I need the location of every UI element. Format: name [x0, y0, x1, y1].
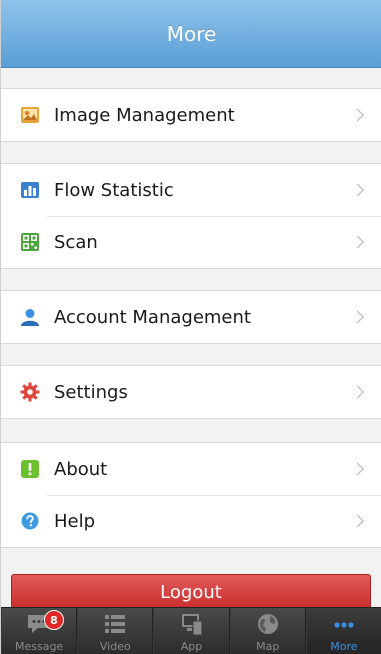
header-bar: More [1, 0, 381, 68]
chevron-right-icon [351, 183, 364, 197]
user-icon [20, 307, 40, 327]
menu-item-account-management[interactable]: Account Management [1, 291, 381, 343]
menu-item-label: Flow Statistic [54, 179, 174, 201]
tab-label: Message [14, 640, 64, 653]
chevron-right-icon [351, 310, 364, 324]
menu-item-about[interactable]: About [1, 443, 381, 495]
message-badge: 8 [44, 610, 64, 630]
question-icon [20, 511, 40, 531]
page-title: More [166, 21, 217, 46]
menu-item-scan[interactable]: Scan [1, 216, 381, 268]
devices-icon [178, 610, 206, 638]
chevron-right-icon [351, 235, 364, 249]
list-icon [101, 610, 129, 638]
menu-group-image: Image Management [1, 88, 381, 142]
chevron-right-icon [351, 462, 364, 476]
logout-area: Logout [1, 570, 381, 610]
menu-item-settings[interactable]: Settings [1, 366, 381, 418]
menu-item-help[interactable]: Help [1, 495, 381, 547]
tab-label: Video [99, 640, 131, 653]
bottom-tab-bar: 8 Message Video App Map More [1, 607, 381, 654]
menu-item-flow-statistic[interactable]: Flow Statistic [1, 164, 381, 216]
menu-group-settings: Settings [1, 365, 381, 419]
gear-icon [20, 382, 40, 402]
logout-label: Logout [160, 581, 222, 603]
menu-group-flow-scan: Flow Statistic Scan [1, 163, 381, 269]
tab-label: App [180, 640, 203, 653]
more-screen: More Image Management Flow Statistic Sca… [0, 0, 381, 654]
globe-icon [254, 610, 282, 638]
menu-item-label: Image Management [54, 104, 235, 126]
chevron-right-icon [351, 108, 364, 122]
bar-chart-icon [20, 180, 40, 200]
qr-code-icon [20, 232, 40, 252]
chevron-right-icon [351, 385, 364, 399]
menu-group-about-help: About Help [1, 442, 381, 548]
exclamation-icon [20, 459, 40, 479]
menu-item-label: Settings [54, 381, 128, 403]
menu-item-label: About [54, 458, 108, 480]
menu-item-image-management[interactable]: Image Management [1, 89, 381, 141]
chevron-right-icon [351, 514, 364, 528]
logout-button[interactable]: Logout [11, 574, 371, 610]
tab-map[interactable]: Map [229, 608, 306, 654]
menu-item-label: Account Management [54, 306, 251, 328]
tab-label: More [330, 640, 358, 653]
tab-label: Map [256, 640, 280, 653]
menu-item-label: Scan [54, 231, 98, 253]
menu-item-label: Help [54, 510, 96, 532]
tab-more[interactable]: More [305, 608, 381, 654]
menu-group-account: Account Management [1, 290, 381, 344]
tab-video[interactable]: Video [77, 608, 154, 654]
more-dots-icon [330, 610, 358, 638]
tab-app[interactable]: App [153, 608, 230, 654]
image-icon [20, 105, 40, 125]
tab-message[interactable]: 8 Message [1, 608, 78, 654]
